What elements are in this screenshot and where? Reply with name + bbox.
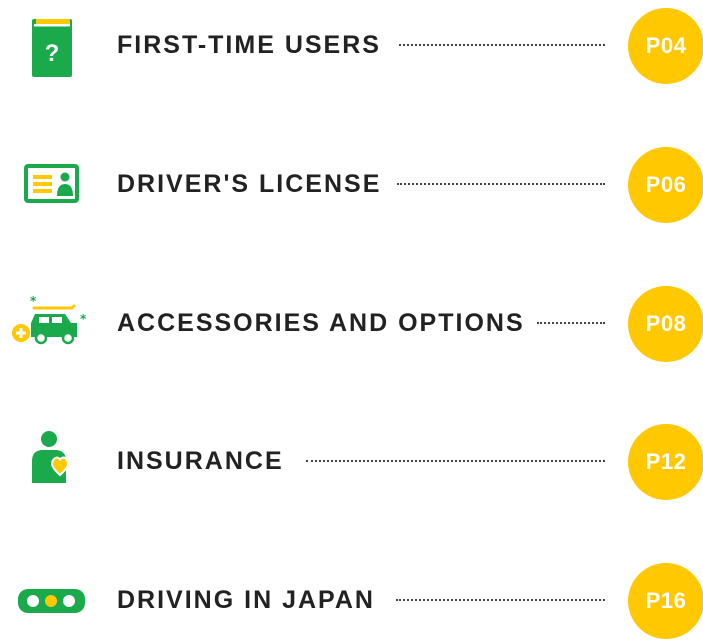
toc-item-drivers-license[interactable]: DRIVER'S LICENSE P06 [0, 144, 703, 224]
car-accessories-icon: * * [8, 283, 92, 363]
dotted-leader [396, 599, 605, 601]
toc-item-title: ACCESSORIES AND OPTIONS [117, 309, 525, 337]
dotted-leader [399, 44, 605, 46]
page-badge: P04 [628, 8, 703, 84]
toc-item-title: FIRST-TIME USERS [117, 31, 381, 59]
toc-item-insurance[interactable]: INSURANCE P12 [0, 421, 703, 501]
toc-item-driving-in-japan[interactable]: DRIVING IN JAPAN P16 [0, 560, 703, 640]
dotted-leader [306, 460, 605, 462]
toc-item-accessories-and-options[interactable]: * * ACCESSORIES AND OPTIONS P08 [0, 283, 703, 363]
dotted-leader [397, 183, 605, 185]
svg-text:*: * [30, 294, 37, 308]
page-badge: P12 [628, 424, 703, 500]
toc-item-title: DRIVER'S LICENSE [117, 170, 382, 198]
toc-item-title: DRIVING IN JAPAN [117, 586, 375, 614]
svg-text:?: ? [45, 40, 60, 67]
license-card-icon [8, 144, 92, 224]
toc-item-first-time-users[interactable]: ? FIRST-TIME USERS P04 [0, 5, 703, 85]
toc-item-title: INSURANCE [117, 447, 284, 475]
page-badge: P08 [628, 286, 703, 362]
svg-text:*: * [80, 312, 87, 326]
dotted-leader [537, 322, 605, 324]
page-badge: P06 [628, 147, 703, 223]
person-heart-icon [8, 421, 92, 501]
page-badge: P16 [628, 563, 703, 639]
traffic-light-icon [8, 560, 92, 640]
question-book-icon: ? [8, 5, 92, 85]
